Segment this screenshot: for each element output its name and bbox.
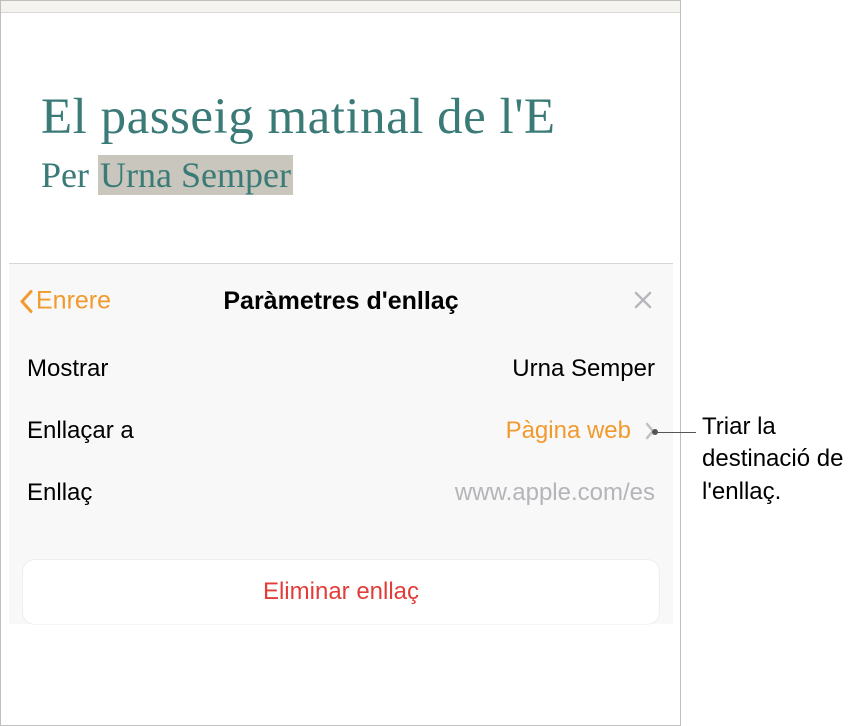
popover-header: Enrere Paràmetres d'enllaç: [9, 264, 673, 338]
display-row[interactable]: Mostrar Urna Semper: [27, 338, 655, 400]
toolbar-strip: [1, 1, 680, 13]
remove-link-label: Eliminar enllaç: [263, 578, 419, 606]
display-value: Urna Semper: [512, 355, 655, 383]
popover-title: Paràmetres d'enllaç: [223, 287, 458, 316]
link-settings-popover: Enrere Paràmetres d'enllaç Mostrar Urna …: [9, 263, 673, 624]
link-to-value: Pàgina web: [506, 417, 655, 445]
link-url-row[interactable]: Enllaç www.apple.com/es: [27, 462, 655, 524]
document-title[interactable]: El passeig matinal de l'E: [41, 88, 680, 146]
display-label: Mostrar: [27, 355, 108, 383]
byline-prefix: Per: [41, 155, 98, 195]
byline-selected-text[interactable]: Urna Semper: [98, 155, 293, 195]
callout-line: [654, 432, 696, 433]
document-area: El passeig matinal de l'E Per Urna Sempe…: [1, 13, 680, 196]
back-button[interactable]: Enrere: [19, 287, 111, 316]
link-url-label: Enllaç: [27, 479, 92, 507]
app-frame: El passeig matinal de l'E Per Urna Sempe…: [0, 0, 681, 726]
document-byline[interactable]: Per Urna Semper: [41, 154, 680, 196]
callout-text: Triar la destinació de l'enllaç.: [702, 411, 857, 508]
link-to-label: Enllaçar a: [27, 417, 134, 445]
close-button[interactable]: [633, 287, 653, 315]
back-label: Enrere: [36, 287, 111, 316]
close-icon: [633, 290, 653, 310]
link-url-value: www.apple.com/es: [455, 479, 655, 507]
remove-link-button[interactable]: Eliminar enllaç: [23, 560, 659, 624]
chevron-left-icon: [19, 289, 33, 313]
link-to-row[interactable]: Enllaçar a Pàgina web: [27, 400, 655, 462]
settings-list: Mostrar Urna Semper Enllaçar a Pàgina we…: [9, 338, 673, 524]
link-to-value-text: Pàgina web: [506, 417, 631, 445]
